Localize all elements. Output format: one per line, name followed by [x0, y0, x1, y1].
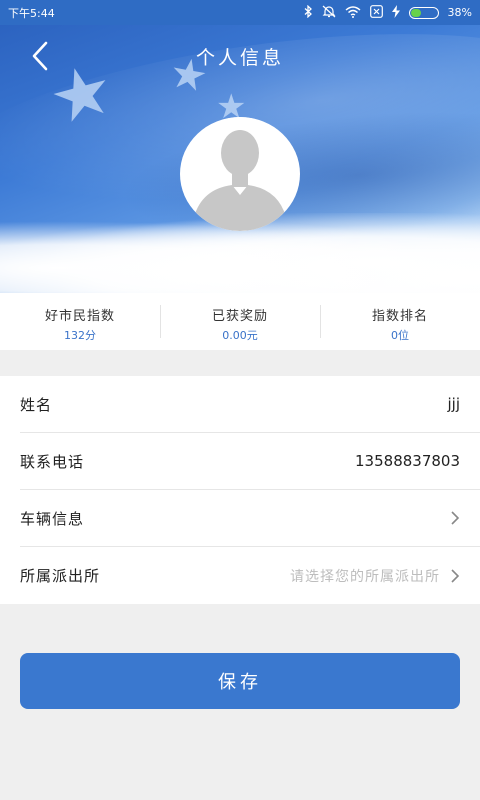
- name-value[interactable]: jjj: [447, 395, 460, 413]
- profile-form: 姓名 jjj 联系电话 13588837803 车辆信息 所属派出所 请选择您的…: [0, 376, 480, 604]
- police-station-row[interactable]: 所属派出所 请选择您的所属派出所: [20, 547, 480, 604]
- stat-value: 0.00元: [222, 329, 258, 342]
- status-bar: 下午5:44 38%: [0, 0, 480, 25]
- page-title: 个人信息: [195, 47, 284, 69]
- stat-good-citizen-index[interactable]: 好市民指数 132分: [0, 293, 160, 350]
- stats-bar: 好市民指数 132分 已获奖励 0.00元 指数排名 0位: [0, 293, 480, 350]
- police-station-label: 所属派出所: [20, 567, 101, 585]
- stat-value: 0位: [391, 329, 409, 342]
- battery-level: [410, 8, 422, 17]
- stat-label: 已获奖励: [211, 309, 268, 324]
- bluetooth-icon: [304, 4, 313, 20]
- name-row[interactable]: 姓名 jjj: [20, 376, 480, 433]
- phone-label: 联系电话: [20, 452, 85, 471]
- vehicle-info-label: 车辆信息: [20, 509, 85, 528]
- stat-label: 指数排名: [371, 309, 428, 324]
- status-time: 下午5:44: [8, 6, 55, 20]
- stat-rewards[interactable]: 已获奖励 0.00元: [160, 293, 320, 350]
- stat-value: 132分: [64, 329, 96, 342]
- vehicle-info-row[interactable]: 车辆信息: [20, 490, 480, 547]
- status-icons: 38%: [304, 4, 472, 20]
- charging-icon: [391, 5, 400, 20]
- name-label: 姓名: [20, 395, 53, 414]
- battery-icon: [408, 6, 439, 19]
- wifi-icon: [345, 5, 361, 20]
- stat-label: 好市民指数: [44, 309, 115, 324]
- mute-icon: [322, 5, 336, 20]
- avatar[interactable]: [180, 117, 300, 231]
- police-station-placeholder[interactable]: 请选择您的所属派出所: [290, 566, 440, 586]
- battery-percent: 38%: [447, 6, 472, 19]
- phone-row[interactable]: 联系电话 13588837803: [20, 433, 480, 490]
- profile-header: ★ ★ ★ 个人信息: [0, 25, 480, 293]
- default-user-icon: [183, 117, 297, 231]
- phone-value[interactable]: 13588837803: [355, 452, 460, 470]
- chevron-right-icon: [451, 568, 460, 583]
- sim-icon: [369, 5, 383, 20]
- chevron-right-icon: [451, 511, 460, 525]
- save-button[interactable]: 保存: [20, 653, 460, 709]
- stat-ranking[interactable]: 指数排名 0位: [320, 293, 480, 350]
